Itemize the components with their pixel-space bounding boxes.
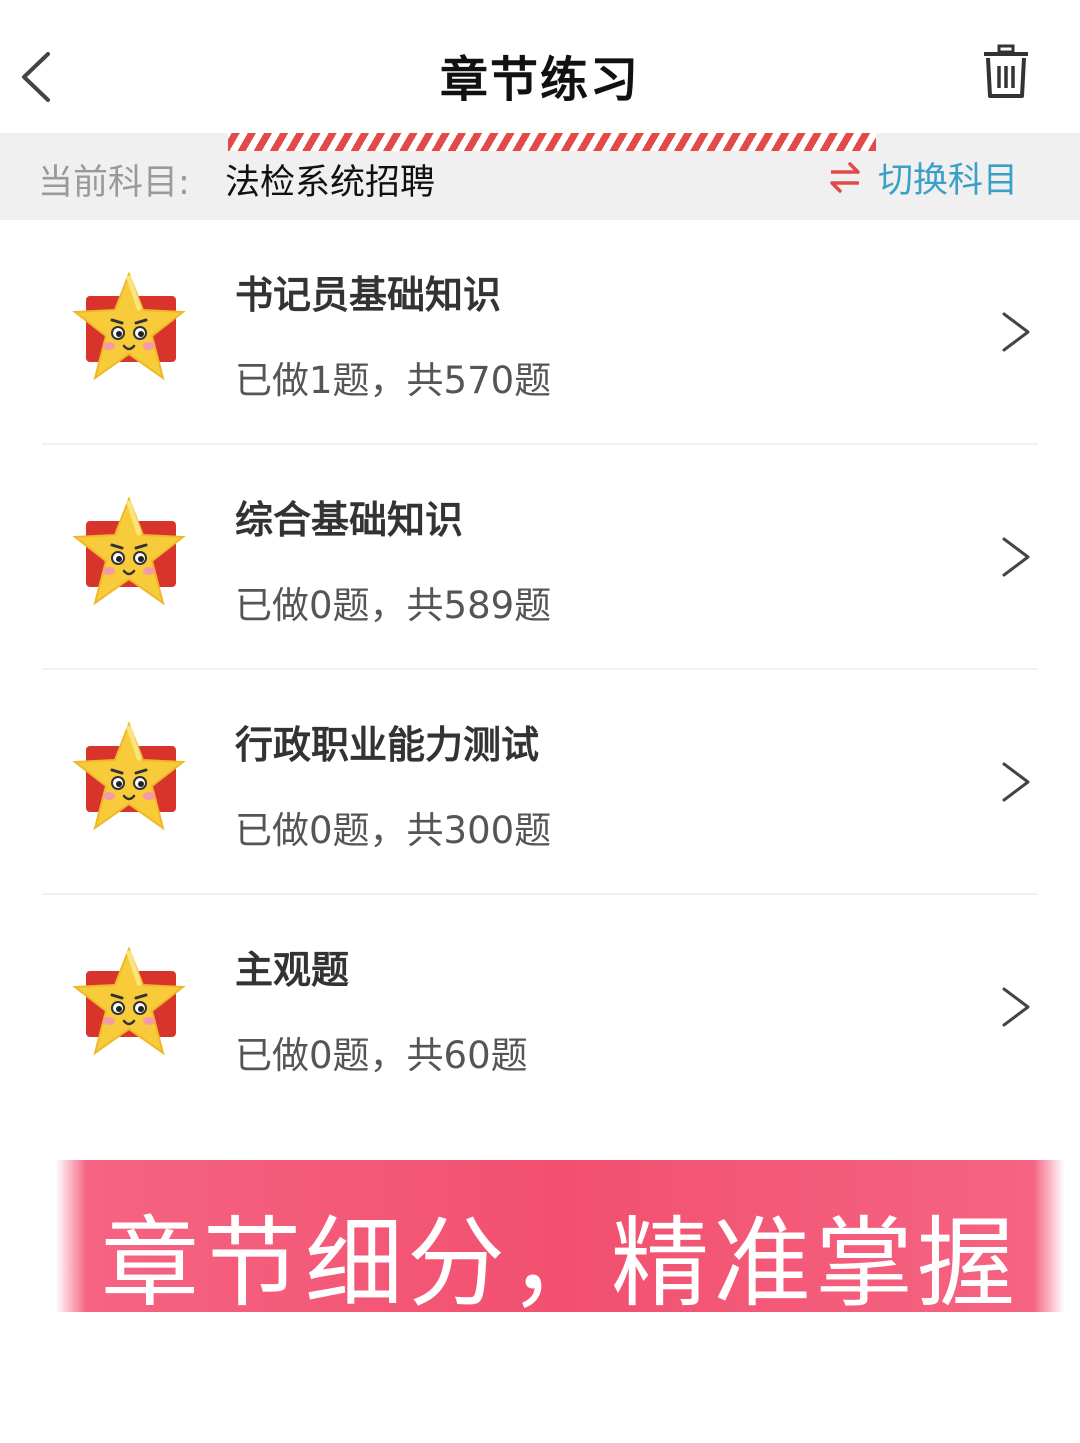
header-bar: 章节练习 <box>0 0 1080 133</box>
subject-label: 当前科目: <box>38 163 190 203</box>
trash-icon <box>984 44 1028 98</box>
star-mascot-icon <box>66 945 192 1065</box>
swap-arrows-icon <box>830 162 860 193</box>
chapter-title: 书记员基础知识 <box>235 273 502 317</box>
chapter-progress: 已做0题，共300题 <box>235 809 552 852</box>
switch-subject-label: 切换科目 <box>878 160 1019 201</box>
chevron-right-icon <box>1002 312 1030 352</box>
chapter-item[interactable]: 综合基础知识 已做0题，共589题 <box>0 445 1080 670</box>
star-mascot-icon <box>66 720 192 840</box>
chapter-progress: 已做0题，共60题 <box>235 1034 528 1077</box>
chapter-title: 行政职业能力测试 <box>235 723 540 767</box>
chevron-right-icon <box>1002 762 1030 802</box>
subject-name: 法检系统招聘 <box>225 163 436 203</box>
star-mascot-icon <box>66 270 192 390</box>
delete-button[interactable] <box>980 44 1032 100</box>
promo-banner: 章节细分，精准掌握 <box>56 1160 1064 1321</box>
banner-text: 章节细分，精准掌握 <box>100 1207 1019 1321</box>
switch-subject-button[interactable]: 切换科目 <box>826 152 1018 202</box>
chapter-item[interactable]: 书记员基础知识 已做1题，共570题 <box>0 220 1080 445</box>
decorative-stripe <box>228 133 876 151</box>
chapter-item[interactable]: 行政职业能力测试 已做0题，共300题 <box>0 670 1080 895</box>
chapter-title: 主观题 <box>235 948 350 992</box>
chapter-list: 书记员基础知识 已做1题，共570题 综合基础知识 已做0题，共589题 行政职… <box>0 220 1080 1120</box>
chapter-title: 综合基础知识 <box>235 498 464 542</box>
chevron-right-icon <box>1002 537 1030 577</box>
chapter-progress: 已做0题，共589题 <box>235 584 552 627</box>
chapter-progress: 已做1题，共570题 <box>235 359 552 402</box>
star-mascot-icon <box>66 495 192 615</box>
chevron-right-icon <box>1002 987 1030 1027</box>
chapter-item[interactable]: 主观题 已做0题，共60题 <box>0 895 1080 1120</box>
page-title: 章节练习 <box>439 52 640 108</box>
